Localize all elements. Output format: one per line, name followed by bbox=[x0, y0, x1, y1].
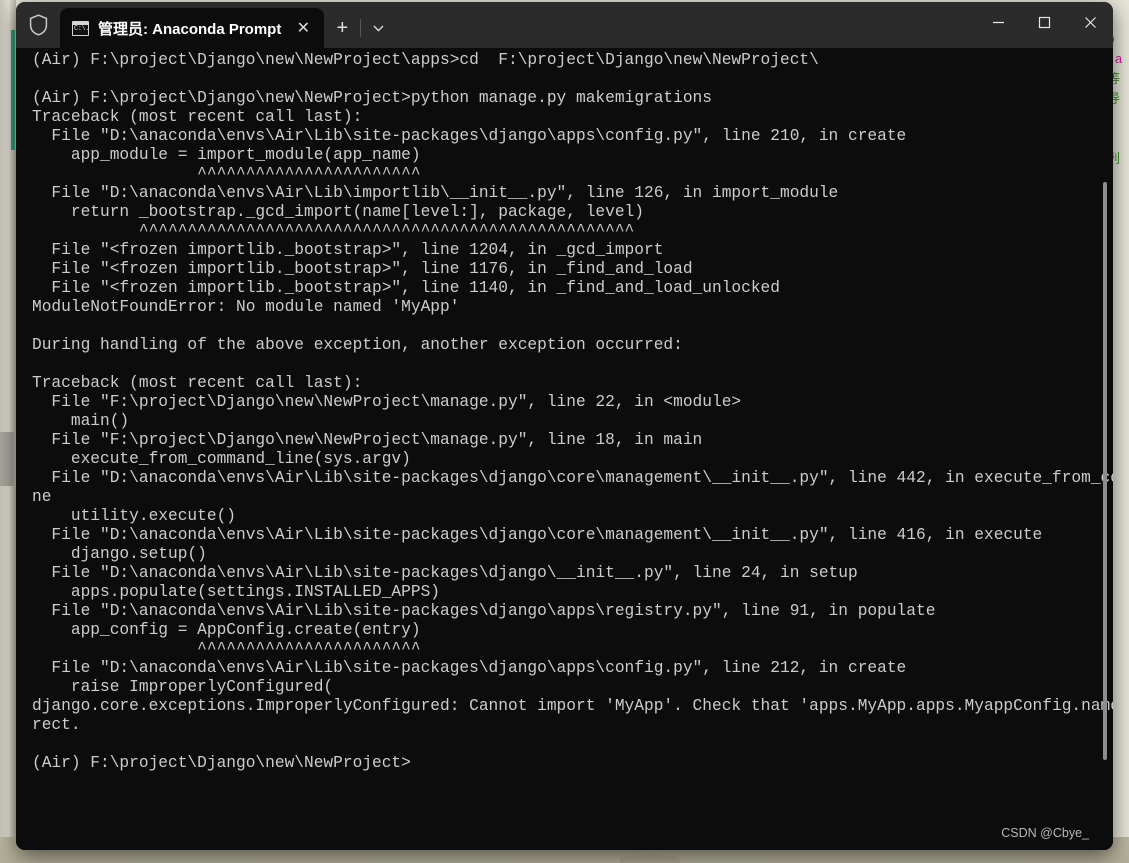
window-controls bbox=[975, 2, 1113, 48]
terminal-line: During handling of the above exception, … bbox=[32, 336, 683, 354]
shield-icon bbox=[16, 2, 60, 48]
watermark: CSDN @Cbye_ bbox=[1001, 826, 1089, 840]
console-icon: C:\. bbox=[72, 20, 89, 36]
terminal-line: rect. bbox=[32, 716, 81, 734]
close-button[interactable] bbox=[1067, 2, 1113, 42]
tab-strip: C:\. 管理员: Anaconda Prompt ✕ bbox=[60, 2, 325, 48]
terminal-window: C:\. 管理员: Anaconda Prompt ✕ + (Air) F:\p… bbox=[16, 2, 1113, 850]
new-tab-button[interactable]: + bbox=[324, 8, 360, 48]
tab-title: 管理员: Anaconda Prompt bbox=[98, 20, 282, 38]
minimize-button[interactable] bbox=[975, 2, 1021, 42]
terminal-line: (Air) F:\project\Django\new\NewProject\a… bbox=[32, 51, 819, 69]
terminal-line: raise ImproperlyConfigured( bbox=[32, 678, 334, 696]
backdrop-bottom-notch bbox=[620, 855, 680, 863]
terminal-line: File "D:\anaconda\envs\Air\Lib\site-pack… bbox=[32, 127, 907, 145]
backdrop-scrollbar-thumb[interactable] bbox=[0, 432, 14, 486]
terminal-line: app_module = import_module(app_name) bbox=[32, 146, 421, 164]
terminal-line: django.core.exceptions.ImproperlyConfigu… bbox=[32, 697, 1113, 715]
terminal-line: (Air) F:\project\Django\new\NewProject>p… bbox=[32, 89, 712, 107]
terminal-line: django.setup() bbox=[32, 545, 207, 563]
terminal-line: utility.execute() bbox=[32, 507, 236, 525]
terminal-line: File "<frozen importlib._bootstrap>", li… bbox=[32, 260, 693, 278]
terminal-line: File "D:\anaconda\envs\Air\Lib\site-pack… bbox=[32, 469, 1113, 487]
terminal-output-area[interactable]: (Air) F:\project\Django\new\NewProject\a… bbox=[16, 48, 1113, 850]
terminal-line: ModuleNotFoundError: No module named 'My… bbox=[32, 298, 460, 316]
terminal-line: Traceback (most recent call last): bbox=[32, 108, 363, 126]
terminal-line: File "D:\anaconda\envs\Air\Lib\site-pack… bbox=[32, 526, 1043, 544]
terminal-scrollbar-thumb[interactable] bbox=[1103, 182, 1107, 760]
terminal-line: File "D:\anaconda\envs\Air\Lib\site-pack… bbox=[32, 659, 907, 677]
terminal-line: return _bootstrap._gcd_import(name[level… bbox=[32, 203, 644, 221]
terminal-line: Traceback (most recent call last): bbox=[32, 374, 363, 392]
terminal-line: apps.populate(settings.INSTALLED_APPS) bbox=[32, 583, 440, 601]
terminal-line: File "F:\project\Django\new\NewProject\m… bbox=[32, 431, 703, 449]
terminal-line: ^^^^^^^^^^^^^^^^^^^^^^^^^^^^^^^^^^^^^^^^… bbox=[32, 222, 635, 240]
terminal-scrollbar[interactable] bbox=[1099, 48, 1111, 850]
console-icon-text: C:\. bbox=[74, 24, 89, 33]
terminal-line: app_config = AppConfig.create(entry) bbox=[32, 621, 421, 639]
terminal-line: ne bbox=[32, 488, 52, 506]
title-bar[interactable]: C:\. 管理员: Anaconda Prompt ✕ + bbox=[16, 2, 1113, 48]
terminal-line: File "F:\project\Django\new\NewProject\m… bbox=[32, 393, 742, 411]
backdrop-green-accent bbox=[11, 30, 15, 150]
maximize-button[interactable] bbox=[1021, 2, 1067, 42]
terminal-line: File "<frozen importlib._bootstrap>", li… bbox=[32, 241, 664, 259]
terminal-text: (Air) F:\project\Django\new\NewProject\a… bbox=[32, 51, 1113, 773]
terminal-line: File "<frozen importlib._bootstrap>", li… bbox=[32, 279, 780, 297]
terminal-line: ^^^^^^^^^^^^^^^^^^^^^^^ bbox=[32, 640, 421, 658]
terminal-line: File "D:\anaconda\envs\Air\Lib\site-pack… bbox=[32, 564, 858, 582]
terminal-line: File "D:\anaconda\envs\Air\Lib\importlib… bbox=[32, 184, 839, 202]
terminal-line: File "D:\anaconda\envs\Air\Lib\site-pack… bbox=[32, 602, 936, 620]
close-icon[interactable]: ✕ bbox=[290, 15, 316, 41]
terminal-line: (Air) F:\project\Django\new\NewProject> bbox=[32, 754, 411, 772]
tab-anaconda-prompt[interactable]: C:\. 管理员: Anaconda Prompt ✕ bbox=[60, 8, 325, 48]
chevron-down-icon[interactable] bbox=[361, 8, 395, 48]
terminal-line: ^^^^^^^^^^^^^^^^^^^^^^^ bbox=[32, 165, 421, 183]
terminal-line: execute_from_command_line(sys.argv) bbox=[32, 450, 411, 468]
terminal-line: main() bbox=[32, 412, 130, 430]
